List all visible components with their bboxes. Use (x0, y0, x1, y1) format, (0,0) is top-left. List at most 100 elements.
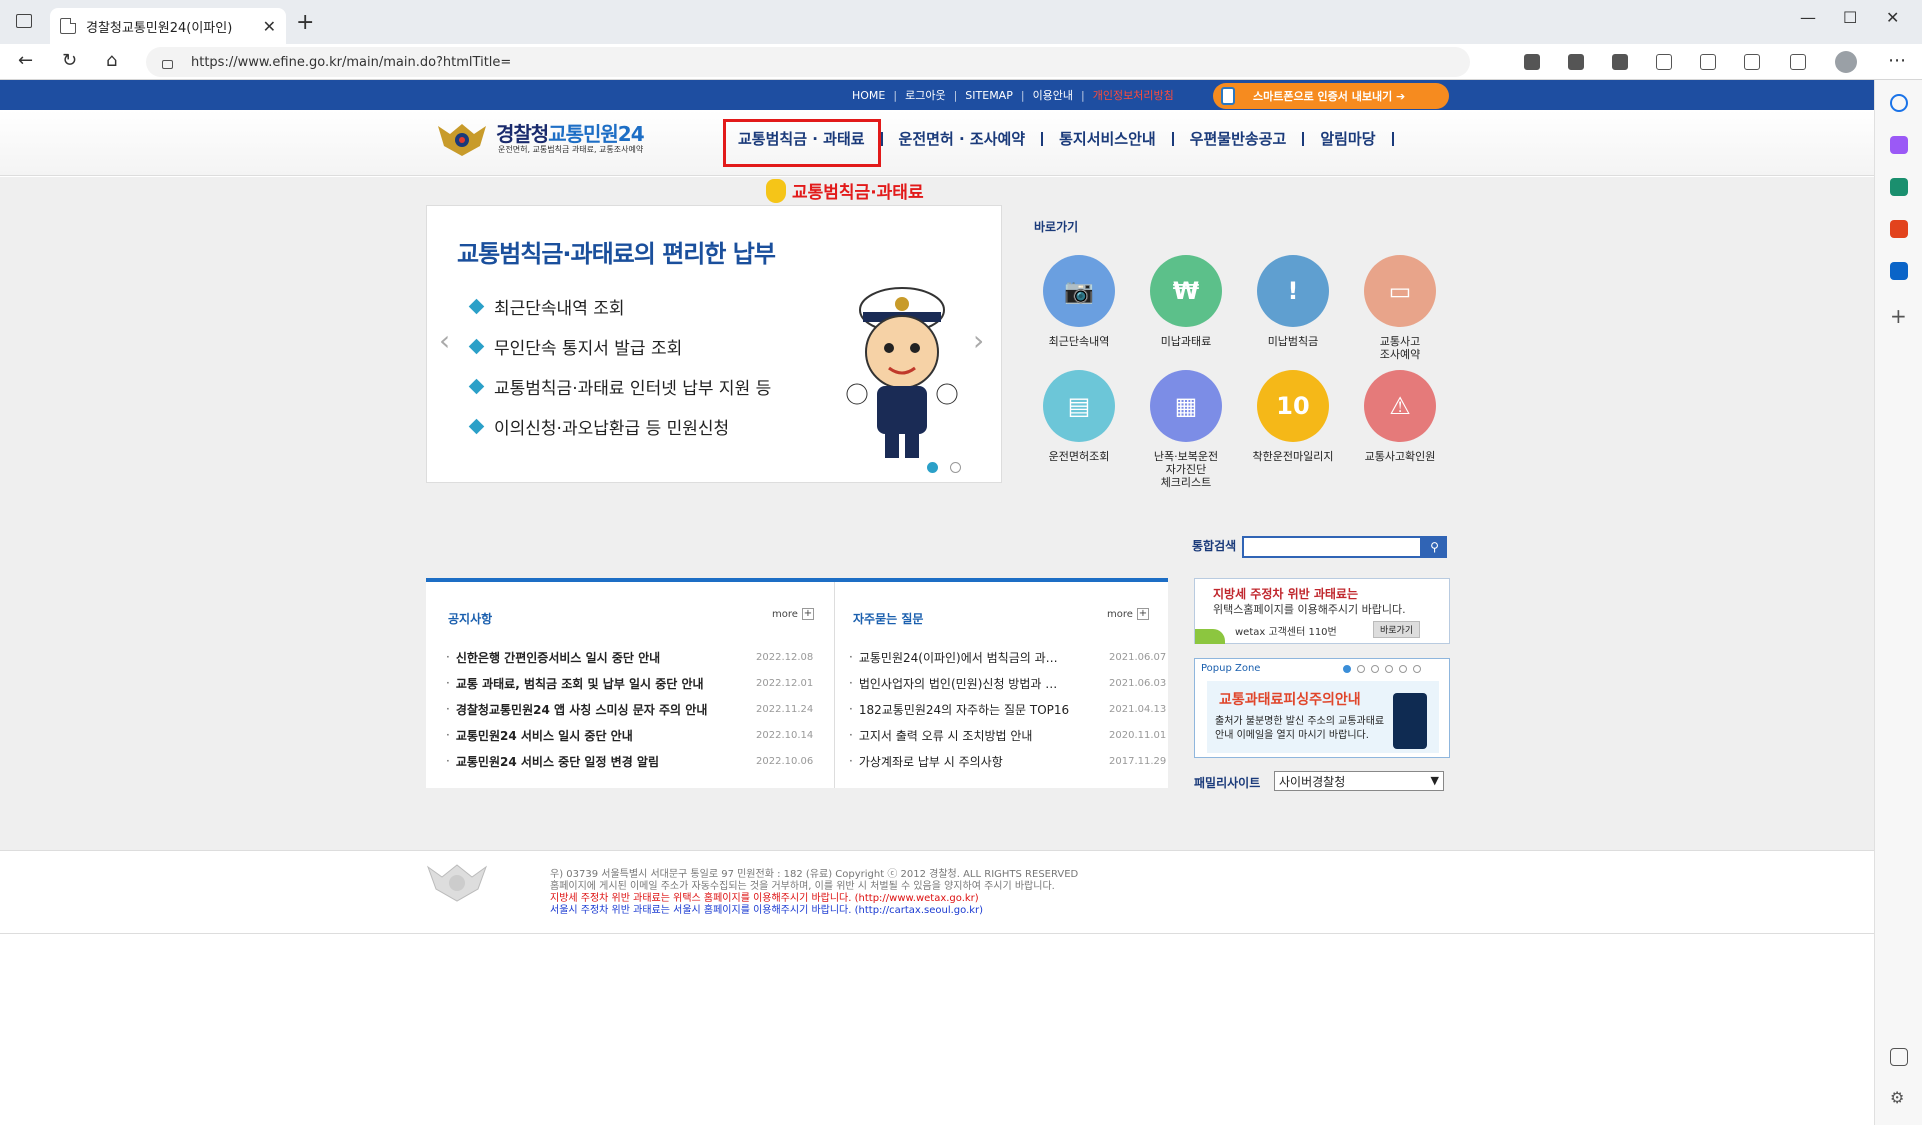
tab-actions-icon[interactable] (16, 14, 32, 28)
minimize-icon[interactable]: — (1800, 8, 1816, 27)
pager-dot[interactable] (1399, 665, 1407, 673)
collections-icon[interactable] (1744, 54, 1760, 70)
phishing-illustration-icon (1393, 693, 1427, 749)
popup-pager (1343, 665, 1421, 673)
maximize-icon[interactable]: ☐ (1843, 8, 1857, 27)
quick-link-label: 미납범칙금 (1267, 335, 1319, 348)
copilot-icon[interactable] (1890, 136, 1908, 154)
home-icon[interactable]: ⌂ (106, 50, 117, 71)
search-button[interactable]: ⚲ (1422, 536, 1447, 558)
nav-notification[interactable]: 통지서비스안내 (1043, 128, 1172, 149)
quick-link-item[interactable]: ₩ 미납과태료 (1131, 255, 1241, 348)
top-link-logout[interactable]: 로그아웃 (905, 87, 945, 103)
quick-link-item[interactable]: ⚠ 교통사고확인원 (1345, 370, 1455, 463)
list-item[interactable]: 교통민원24 서비스 중단 일정 변경 알림 2022.10.06 (446, 748, 813, 774)
puzzle-icon[interactable] (1656, 54, 1672, 70)
notice-more-button[interactable]: more + (772, 608, 814, 620)
extension-icon[interactable] (1524, 54, 1540, 70)
chevron-down-icon: ▼ (1430, 774, 1439, 787)
wetax-banner[interactable]: 지방세 주정차 위반 과태료는 위택스홈페이지를 이용해주시기 바랍니다. we… (1194, 578, 1450, 644)
close-tab-icon[interactable]: ✕ (263, 17, 276, 36)
list-item[interactable]: 교통민원24(이파인)에서 범칙금의 과… 2021.06.07 (849, 644, 1166, 670)
highlight-box (723, 119, 881, 167)
top-link-home[interactable]: HOME (852, 89, 885, 102)
list-item[interactable]: 교통 과태료, 범칙금 조회 및 납부 일시 중단 안내 2022.12.01 (446, 670, 813, 696)
pager-dot[interactable] (1371, 665, 1379, 673)
pager-dot[interactable] (1343, 665, 1351, 673)
pager-dot[interactable] (1385, 665, 1393, 673)
more-menu-icon[interactable]: ⋯ (1888, 50, 1906, 71)
pager-dot[interactable] (1413, 665, 1421, 673)
settings-gear-icon[interactable]: ⚙ (1890, 1088, 1908, 1107)
list-item[interactable]: 고지서 출력 오류 시 조치방법 안내 2020.11.01 (849, 722, 1166, 748)
nav-license[interactable]: 운전면허 · 조사예약 (883, 128, 1042, 149)
sidebar-toggle-icon[interactable] (1890, 1048, 1908, 1066)
pager-dot[interactable] (1357, 665, 1365, 673)
nav-news[interactable]: 알림마당 (1304, 128, 1391, 149)
top-link-sitemap[interactable]: SITEMAP (965, 89, 1013, 102)
close-window-icon[interactable]: ✕ (1886, 8, 1899, 27)
list-item[interactable]: 182교통민원24의 자주하는 질문 TOP16 2021.04.13 (849, 696, 1166, 722)
nav-return-mail[interactable]: 우편물반송공고 (1174, 128, 1303, 149)
wetax-decoration (1195, 629, 1225, 644)
police-emblem-icon[interactable] (436, 120, 488, 158)
extension-icon[interactable] (1568, 54, 1584, 70)
smartphone-icon (1221, 87, 1235, 105)
profile-avatar[interactable] (1835, 51, 1857, 73)
quick-link-item[interactable]: ▦ 난폭·보복운전 자가진단 체크리스트 (1131, 370, 1241, 489)
faq-title[interactable]: 자주묻는 질문 (853, 610, 923, 627)
popup-title: 교통과태료피싱주의안내 (1219, 692, 1361, 708)
tools-icon[interactable] (1890, 178, 1908, 196)
notice-title[interactable]: 공지사항 (448, 610, 492, 627)
favorites-icon[interactable] (1700, 54, 1716, 70)
pager-dot[interactable] (950, 462, 961, 473)
browser-tab[interactable]: 경찰청교통민원24(이파인) ✕ (50, 8, 286, 44)
office-icon[interactable] (1890, 220, 1908, 238)
search-input[interactable] (1242, 536, 1422, 558)
wetax-line1: 지방세 주정차 위반 과태료는 (1213, 587, 1359, 601)
banner-next-icon[interactable]: › (973, 324, 984, 357)
extension-icon[interactable] (1612, 54, 1628, 70)
list-item[interactable]: 경찰청교통민원24 앱 사칭 스미싱 문자 주의 안내 2022.11.24 (446, 696, 813, 722)
quick-link-icon: 10 (1257, 370, 1329, 442)
quick-link-item[interactable]: ▤ 운전면허조회 (1024, 370, 1134, 463)
wetax-go-button[interactable]: 바로가기 (1373, 621, 1421, 638)
site-logo[interactable]: 경찰청교통민원24 (496, 118, 645, 147)
back-icon[interactable]: ← (18, 50, 33, 71)
family-site-select[interactable]: 사이버경찰청 ▼ (1274, 771, 1444, 791)
quick-link-item[interactable]: 10 착한운전마일리지 (1238, 370, 1348, 463)
list-item[interactable]: 법인사업자의 법인(민원)신청 방법과 … 2021.06.03 (849, 670, 1166, 696)
share-icon[interactable] (1790, 54, 1806, 70)
export-certificate-button[interactable]: 스마트폰으로 인증서 내보내기 ➔ (1213, 83, 1449, 109)
notice-section: 공지사항 more+ 신한은행 간편인증서비스 일시 중단 안내 2022.12.… (426, 582, 834, 788)
list-item-title: 교통민원24 서비스 중단 일정 변경 알림 (455, 754, 660, 769)
pager-dot[interactable] (927, 462, 938, 473)
list-item[interactable]: 가상계좌로 납부 시 주의사항 2017.11.29 (849, 748, 1166, 774)
popup-content: 교통과태료피싱주의안내 출처가 불분명한 발신 주소의 교통과태료 안내 이메일을… (1207, 681, 1439, 753)
list-item-title: 고지서 출력 오류 시 조치방법 안내 (858, 728, 1033, 743)
top-link-guide[interactable]: 이용안내 (1033, 87, 1073, 103)
url-text: https://www.efine.go.kr/main/main.do?htm… (191, 54, 512, 70)
popup-zone[interactable]: Popup Zone 교통과태료피싱주의안내 출처가 불분명한 발신 주소의 교… (1194, 658, 1450, 758)
banner-prev-icon[interactable]: ‹ (439, 324, 450, 357)
add-icon[interactable]: + (1890, 304, 1908, 328)
site-header: 경찰청교통민원24 운전면허, 교통범칙금 과태료, 교통조사예약 교통범칙금 … (0, 110, 1874, 176)
quick-link-label: 최근단속내역 (1048, 335, 1110, 348)
search-icon[interactable] (1890, 94, 1908, 112)
list-item[interactable]: 신한은행 간편인증서비스 일시 중단 안내 2022.12.08 (446, 644, 813, 670)
quick-link-item[interactable]: 📷 최근단속내역 (1024, 255, 1134, 348)
nav-hint-label: 교통범칙금·과태료 (792, 183, 924, 203)
main-banner[interactable]: 교통범칙금·과태료의 편리한 납부 최근단속내역 조회 무인단속 통지서 발급 … (426, 205, 1002, 483)
new-tab-icon[interactable]: + (296, 10, 314, 35)
quick-link-item[interactable]: ▭ 교통사고 조사예약 (1345, 255, 1455, 361)
address-bar[interactable]: https://www.efine.go.kr/main/main.do?htm… (146, 47, 1470, 77)
list-item[interactable]: 교통민원24 서비스 일시 중단 안내 2022.10.14 (446, 722, 813, 748)
top-link-privacy[interactable]: 개인정보처리방침 (1093, 87, 1174, 103)
quick-link-label: 교통사고 조사예약 (1379, 335, 1421, 361)
outlook-icon[interactable] (1890, 262, 1908, 280)
top-utility-bar: HOME | 로그아웃 | SITEMAP | 이용안내 | 개인정보처리방침 스마트폰… (0, 80, 1874, 110)
faq-more-button[interactable]: more + (1107, 608, 1149, 620)
quick-link-item[interactable]: ! 미납범칙금 (1238, 255, 1348, 348)
refresh-icon[interactable]: ↻ (62, 50, 77, 71)
list-item-date: 2021.04.13 (1109, 703, 1167, 715)
